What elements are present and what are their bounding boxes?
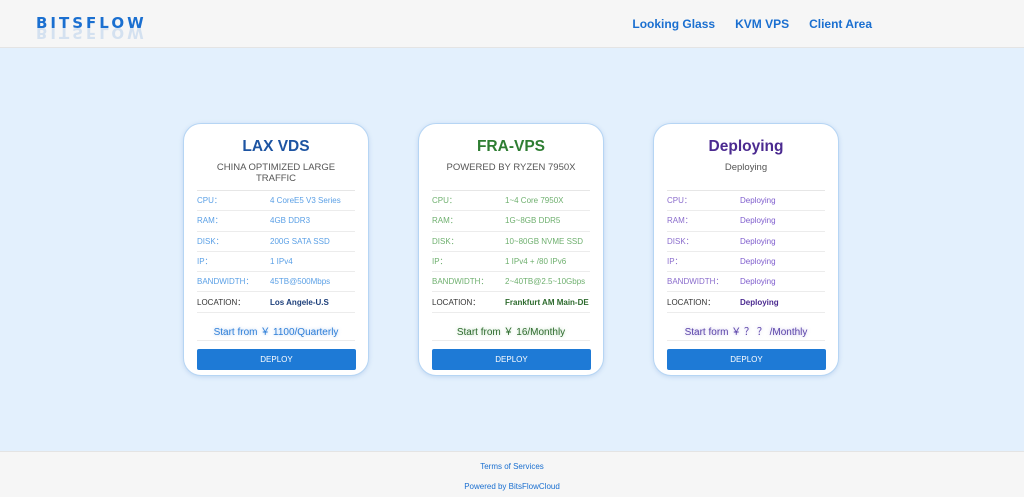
plan-card-deploying: Deploying Deploying CPU： Deploying RAM： De… (653, 123, 839, 376)
spec-row-bandwidth: BANDWIDTH： 45TB@500Mbps (197, 272, 355, 293)
spec-row-ram: RAM： Deploying (667, 211, 825, 232)
top-navbar: BITSFLOW BITSFLOW Looking Glass KVM VPS … (0, 0, 1024, 48)
spec-value: Frankfurt AM Main-DE (505, 297, 589, 307)
spec-row-disk: DISK： 200G SATA SSD (197, 232, 355, 252)
spec-value: Deploying (740, 297, 779, 307)
spec-key: CPU： (432, 196, 457, 206)
spec-key: CPU： (667, 196, 692, 206)
spec-key: CPU： (197, 196, 222, 206)
spec-key: RAM： (667, 216, 693, 226)
plan-specs: CPU： 4 CoreE5 V3 Series RAM： 4GB DDR3 DISK… (197, 190, 355, 313)
spec-value: 4 CoreE5 V3 Series (270, 196, 341, 206)
spec-key: RAM： (197, 216, 223, 226)
spec-key: IP： (667, 257, 683, 267)
plan-card-lax-vds: LAX VDS CHINA OPTIMIZED LARGE TRAFFIC CP… (183, 123, 369, 376)
spec-row-disk: DISK： Deploying (667, 232, 825, 252)
spec-row-location: LOCATION： Los Angele-U.S (197, 292, 355, 313)
nav-link-kvm-vps[interactable]: KVM VPS (735, 17, 789, 31)
spec-value: 1~4 Core 7950X (505, 196, 564, 206)
plan-title: FRA-VPS (476, 138, 546, 155)
spec-row-location: LOCATION： Frankfurt AM Main-DE (432, 292, 590, 313)
spec-value: 1 IPv4 + /80 IPv6 (505, 257, 567, 267)
deploy-button[interactable]: DEPLOY (432, 348, 591, 370)
spec-value: 1G~8GB DDR5 (505, 216, 561, 226)
spec-key: IP： (432, 257, 448, 267)
plan-specs: CPU： 1~4 Core 7950X RAM： 1G~8GB DDR5 DISK：… (432, 190, 590, 313)
spec-row-ram: RAM： 4GB DDR3 (197, 211, 355, 232)
plan-title: Deploying (708, 138, 784, 155)
main-nav: Looking Glass KVM VPS Client Area (632, 17, 872, 31)
spec-key: DISK： (197, 236, 224, 246)
spec-key: BANDWIDTH： (197, 277, 254, 287)
plan-title: LAX VDS (242, 138, 310, 155)
spec-value: Deploying (740, 216, 776, 226)
spec-key: BANDWIDTH： (432, 277, 489, 287)
spec-row-bandwidth: BANDWIDTH： 2~40TB@2.5~10Gbps (432, 272, 590, 293)
spec-row-disk: DISK： 10~80GB NVME SSD (432, 232, 590, 252)
powered-by-link[interactable]: Powered by BitsFlowCloud (0, 482, 1024, 491)
spec-value: Deploying (740, 196, 776, 206)
nav-link-looking-glass[interactable]: Looking Glass (632, 17, 715, 31)
plan-subtitle: POWERED BY RYZEN 7950X (446, 162, 576, 173)
spec-row-cpu: CPU： 4 CoreE5 V3 Series (197, 191, 355, 212)
spec-key: LOCATION： (197, 297, 246, 307)
nav-link-client-area[interactable]: Client Area (809, 17, 872, 31)
spec-value: 10~80GB NVME SSD (505, 236, 584, 246)
site-footer: Terms of Services Powered by BitsFlowClo… (0, 451, 1024, 497)
spec-value: Los Angele-U.S (270, 297, 329, 307)
plan-subtitle: CHINA OPTIMIZED LARGE TRAFFIC (216, 162, 336, 184)
spec-row-cpu: CPU： 1~4 Core 7950X (432, 191, 590, 212)
spec-row-bandwidth: BANDWIDTH： Deploying (667, 272, 825, 293)
spec-key: RAM： (432, 216, 458, 226)
plans-section: LAX VDS CHINA OPTIMIZED LARGE TRAFFIC CP… (0, 48, 1024, 451)
spec-row-ram: RAM： 1G~8GB DDR5 (432, 211, 590, 232)
spec-key: IP： (197, 257, 213, 267)
spec-key: LOCATION： (432, 297, 481, 307)
site-logo-reflection: BITSFLOW (36, 28, 147, 42)
spec-row-ip: IP： Deploying (667, 252, 825, 273)
plan-price: Start from ￥ 16/Monthly (432, 323, 590, 341)
spec-key: BANDWIDTH： (667, 277, 724, 287)
spec-value: 4GB DDR3 (270, 216, 311, 226)
spec-value: Deploying (740, 257, 776, 267)
spec-key: DISK： (667, 236, 694, 246)
spec-value: Deploying (740, 236, 776, 246)
spec-key: LOCATION： (667, 297, 716, 307)
spec-value: 1 IPv4 (270, 257, 293, 267)
spec-row-ip: IP： 1 IPv4 + /80 IPv6 (432, 252, 590, 273)
spec-value: Deploying (740, 277, 776, 287)
spec-row-cpu: CPU： Deploying (667, 191, 825, 212)
plan-subtitle: Deploying (724, 162, 768, 173)
spec-row-location: LOCATION： Deploying (667, 292, 825, 313)
deploy-button[interactable]: DEPLOY (667, 348, 826, 370)
plan-price: Start from ￥ 1100/Quarterly (197, 323, 355, 341)
plan-price: Start form ￥ ？ ？ /Monthly (667, 323, 825, 341)
plan-specs: CPU： Deploying RAM： Deploying DISK： Deployi… (667, 190, 825, 313)
spec-value: 2~40TB@2.5~10Gbps (505, 277, 586, 287)
deploy-button[interactable]: DEPLOY (197, 348, 356, 370)
plan-card-fra-vps: FRA-VPS POWERED BY RYZEN 7950X CPU： 1~4 C… (418, 123, 604, 376)
spec-value: 45TB@500Mbps (270, 277, 331, 287)
spec-key: DISK： (432, 236, 459, 246)
terms-of-service-link[interactable]: Terms of Services (0, 462, 1024, 471)
spec-value: 200G SATA SSD (270, 236, 330, 246)
spec-row-ip: IP： 1 IPv4 (197, 252, 355, 273)
